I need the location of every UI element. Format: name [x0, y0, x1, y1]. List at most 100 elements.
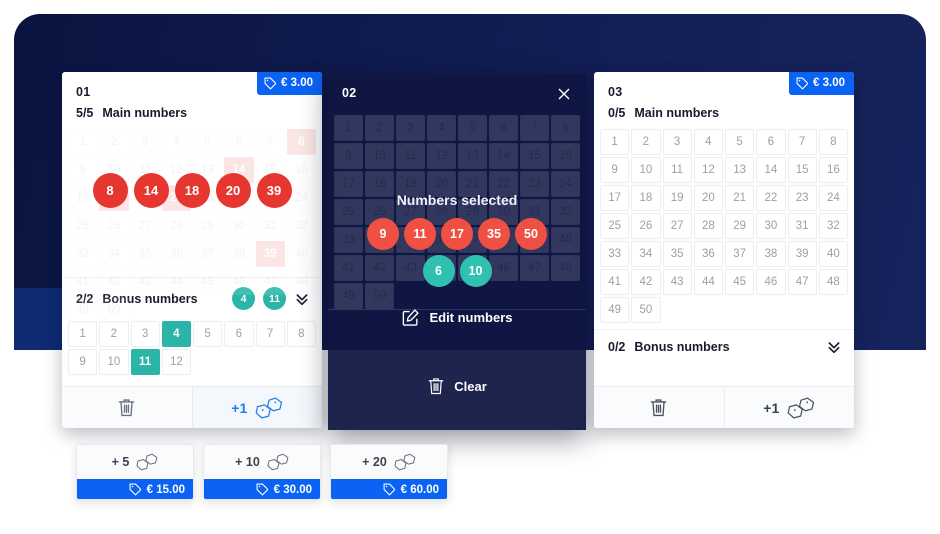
number-cell[interactable]: 27	[130, 213, 160, 239]
number-cell[interactable]: 30	[756, 213, 786, 239]
number-cell[interactable]: 19	[662, 185, 692, 211]
number-cell[interactable]: 50	[631, 297, 661, 323]
number-cell[interactable]: 15	[787, 157, 817, 183]
number-cell[interactable]: 6	[224, 321, 254, 347]
chevron-double-down-icon[interactable]	[826, 339, 842, 355]
number-cell[interactable]: 38	[756, 241, 786, 267]
number-cell[interactable]: 8	[286, 129, 316, 155]
number-cell[interactable]: 41	[68, 269, 98, 295]
delete-button[interactable]	[62, 387, 192, 428]
number-cell[interactable]: 25	[68, 213, 98, 239]
number-cell[interactable]: 9	[68, 349, 98, 375]
number-cell[interactable]: 41	[600, 269, 630, 295]
number-cell[interactable]: 24	[818, 185, 848, 211]
number-cell[interactable]: 45	[193, 269, 223, 295]
number-cell[interactable]: 43	[662, 269, 692, 295]
number-cell[interactable]: 39	[787, 241, 817, 267]
number-cell[interactable]: 14	[756, 157, 786, 183]
number-cell[interactable]: 50	[99, 297, 129, 323]
number-cell[interactable]: 1	[68, 321, 98, 347]
number-cell[interactable]: 2	[631, 129, 661, 155]
number-cell[interactable]: 47	[255, 269, 285, 295]
number-cell[interactable]: 3	[662, 129, 692, 155]
number-cell[interactable]: 36	[161, 241, 191, 267]
close-icon[interactable]	[556, 86, 572, 102]
number-cell[interactable]: 11	[662, 157, 692, 183]
number-cell[interactable]: 16	[818, 157, 848, 183]
number-cell[interactable]: 3	[130, 321, 160, 347]
number-cell[interactable]: 1	[600, 129, 630, 155]
quick-pick-card[interactable]: + 10 € 30.00	[203, 444, 321, 500]
number-cell[interactable]: 6	[756, 129, 786, 155]
bonus-section-header[interactable]: 0/2 Bonus numbers	[594, 329, 854, 364]
edit-numbers-button[interactable]: Edit numbers	[328, 308, 586, 327]
number-cell[interactable]: 5	[725, 129, 755, 155]
bonus-number-grid[interactable]: 1 2 3 4 5 6 7 8 9 10 11 12	[62, 319, 322, 375]
number-cell[interactable]: 9	[600, 157, 630, 183]
number-cell[interactable]: 5	[193, 321, 223, 347]
number-cell[interactable]: 29	[725, 213, 755, 239]
number-cell[interactable]: 42	[631, 269, 661, 295]
number-cell[interactable]: 12	[161, 349, 191, 375]
number-cell[interactable]: 34	[99, 241, 129, 267]
number-cell[interactable]: 44	[693, 269, 723, 295]
number-cell[interactable]: 40	[286, 241, 316, 267]
number-cell[interactable]: 3	[130, 129, 160, 155]
ticket-card-01[interactable]: € 3.00 01 5/5 Main numbers 1 2 3 4 5 6 7 8 9 10 11…	[62, 72, 322, 428]
numbers-selected-modal[interactable]: 0/5 Main numbers 1 2 3 4 5 6 7 8 9 10 11 12 13 14 15 16…	[328, 74, 586, 430]
number-cell[interactable]: 18	[631, 185, 661, 211]
quick-pick-one-button[interactable]: +1	[723, 387, 854, 428]
number-cell[interactable]: 26	[99, 213, 129, 239]
number-cell[interactable]: 11	[130, 349, 160, 375]
number-cell[interactable]: 2	[99, 321, 129, 347]
number-cell[interactable]: 8	[818, 129, 848, 155]
number-cell[interactable]: 48	[286, 269, 316, 295]
number-cell[interactable]: 35	[662, 241, 692, 267]
number-cell[interactable]: 31	[787, 213, 817, 239]
number-cell[interactable]: 7	[787, 129, 817, 155]
number-cell[interactable]: 47	[787, 269, 817, 295]
number-cell[interactable]: 13	[725, 157, 755, 183]
number-cell[interactable]: 44	[161, 269, 191, 295]
delete-button[interactable]	[594, 387, 724, 428]
number-cell[interactable]: 28	[161, 213, 191, 239]
number-cell[interactable]: 37	[193, 241, 223, 267]
number-cell[interactable]: 20	[693, 185, 723, 211]
number-cell[interactable]: 32	[818, 213, 848, 239]
number-cell[interactable]: 49	[600, 297, 630, 323]
number-cell[interactable]: 4	[161, 321, 191, 347]
number-cell[interactable]: 12	[693, 157, 723, 183]
number-cell[interactable]: 33	[600, 241, 630, 267]
number-cell[interactable]: 30	[224, 213, 254, 239]
number-cell[interactable]: 31	[255, 213, 285, 239]
number-cell[interactable]: 39	[255, 241, 285, 267]
number-cell[interactable]: 10	[99, 349, 129, 375]
clear-button[interactable]: Clear	[328, 376, 586, 396]
number-cell[interactable]: 6	[224, 129, 254, 155]
ticket-card-03[interactable]: € 3.00 03 0/5 Main numbers 1 2 3 4 5 6 7 8 9 10 11…	[594, 72, 854, 428]
number-cell[interactable]: 46	[224, 269, 254, 295]
quick-pick-card[interactable]: + 20 € 60.00	[330, 444, 448, 500]
number-cell[interactable]: 25	[600, 213, 630, 239]
number-cell[interactable]: 23	[787, 185, 817, 211]
number-cell[interactable]: 37	[725, 241, 755, 267]
number-cell[interactable]: 1	[68, 129, 98, 155]
number-cell[interactable]: 46	[756, 269, 786, 295]
number-cell[interactable]: 29	[193, 213, 223, 239]
number-cell[interactable]: 5	[193, 129, 223, 155]
number-cell[interactable]: 17	[600, 185, 630, 211]
quick-pick-one-button[interactable]: +1	[191, 387, 322, 428]
number-cell[interactable]: 45	[725, 269, 755, 295]
number-cell[interactable]: 7	[255, 129, 285, 155]
quick-pick-card[interactable]: + 5 € 15.00	[76, 444, 194, 500]
number-cell[interactable]: 38	[224, 241, 254, 267]
number-cell[interactable]: 33	[68, 241, 98, 267]
number-cell[interactable]: 35	[130, 241, 160, 267]
number-cell[interactable]: 10	[631, 157, 661, 183]
number-cell[interactable]: 49	[68, 297, 98, 323]
number-cell[interactable]: 36	[693, 241, 723, 267]
number-cell[interactable]: 28	[693, 213, 723, 239]
number-cell[interactable]: 2	[99, 129, 129, 155]
number-cell[interactable]: 8	[286, 321, 316, 347]
number-cell[interactable]: 32	[286, 213, 316, 239]
